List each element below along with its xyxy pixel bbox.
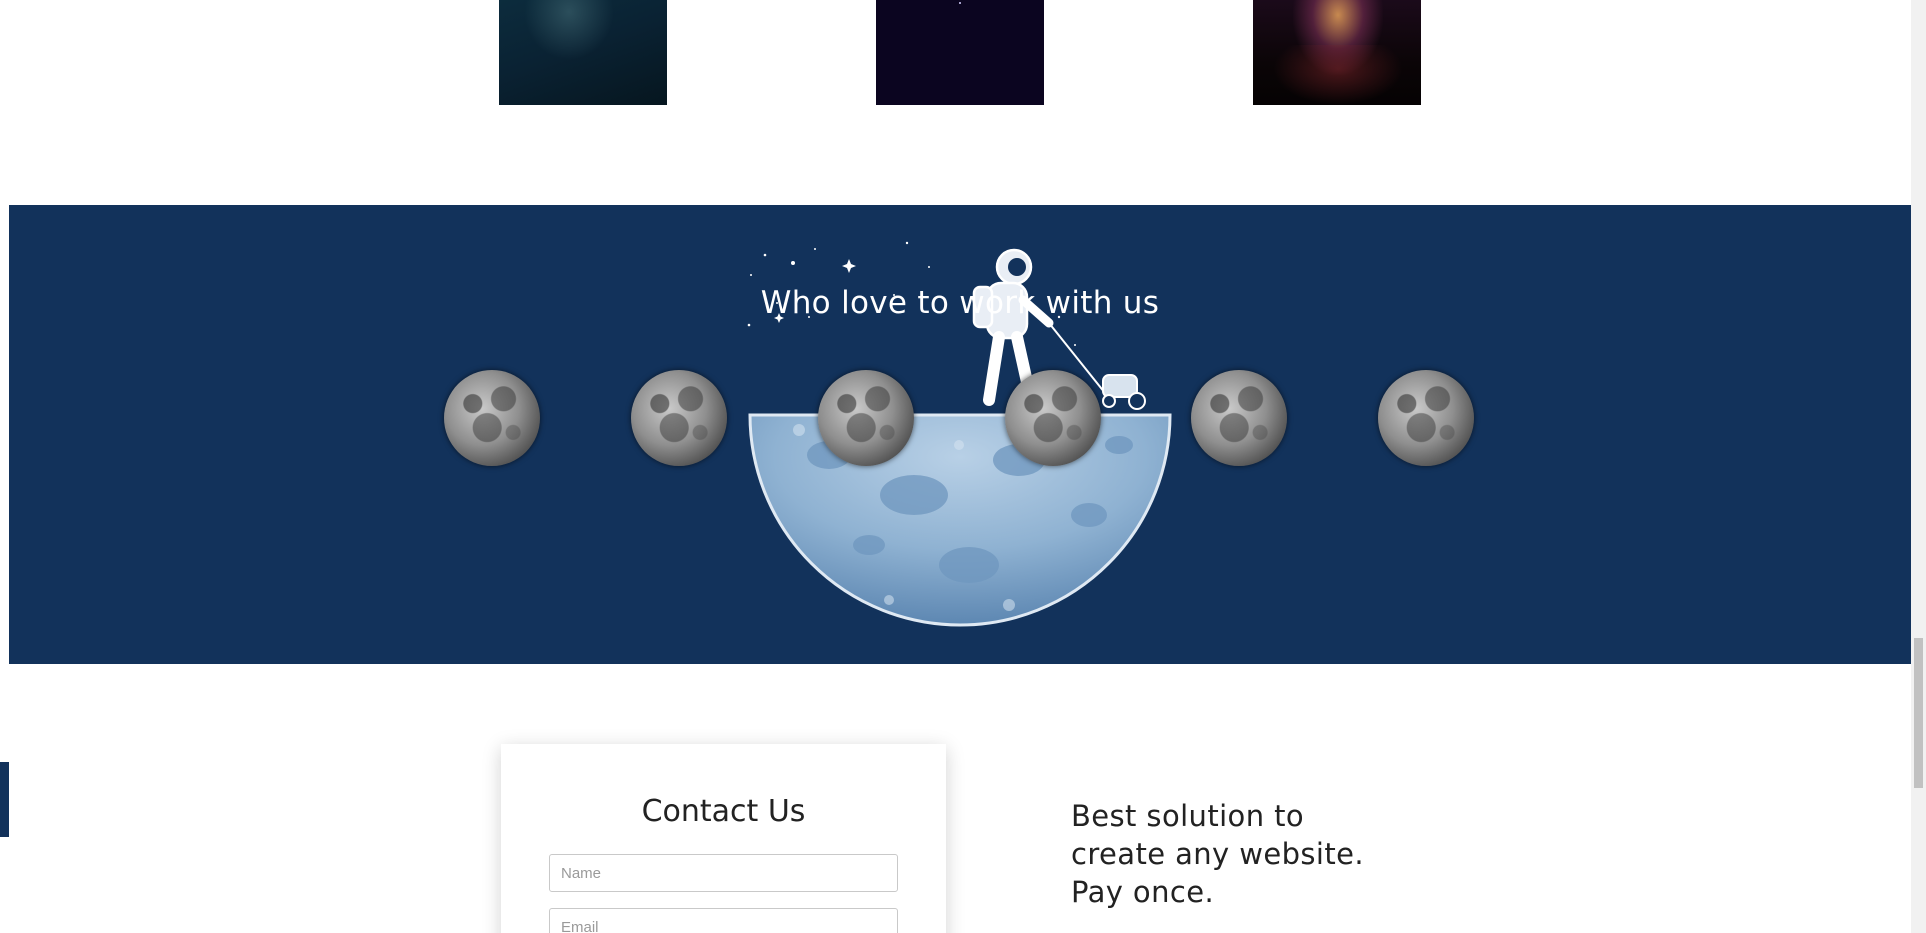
tagline-line-1: Best solution to — [1071, 799, 1305, 833]
client-logo-moon-icon[interactable] — [1378, 370, 1474, 466]
clients-title: Who love to work with us — [760, 285, 1160, 321]
astronaut-moon-illustration — [747, 241, 1172, 627]
page: Who love to work with us Contact Us Best… — [0, 0, 1926, 933]
gallery-image-3[interactable] — [1253, 0, 1421, 105]
client-logo-moon-icon[interactable] — [631, 370, 727, 466]
clients-section: Who love to work with us — [9, 205, 1911, 664]
scrollbar-thumb[interactable] — [1914, 638, 1923, 788]
page-scrollbar[interactable] — [1911, 0, 1926, 933]
email-input[interactable] — [549, 908, 898, 933]
client-logo-moon-icon[interactable] — [1005, 370, 1101, 466]
client-logo-moon-icon[interactable] — [818, 370, 914, 466]
client-logo-moon-icon[interactable] — [444, 370, 540, 466]
gallery-image-2[interactable] — [876, 0, 1044, 105]
contact-title: Contact Us — [641, 794, 806, 829]
tagline-line-3: Pay once. — [1071, 875, 1215, 909]
contact-form-card: Contact Us — [501, 744, 946, 933]
name-input[interactable] — [549, 854, 898, 892]
side-feedback-tab[interactable] — [0, 762, 9, 837]
tagline-line-2: create any website. — [1071, 837, 1364, 871]
client-logo-moon-icon[interactable] — [1191, 370, 1287, 466]
tagline: Best solution to create any website. Pay… — [1071, 797, 1364, 911]
gallery-image-1[interactable] — [499, 0, 667, 105]
